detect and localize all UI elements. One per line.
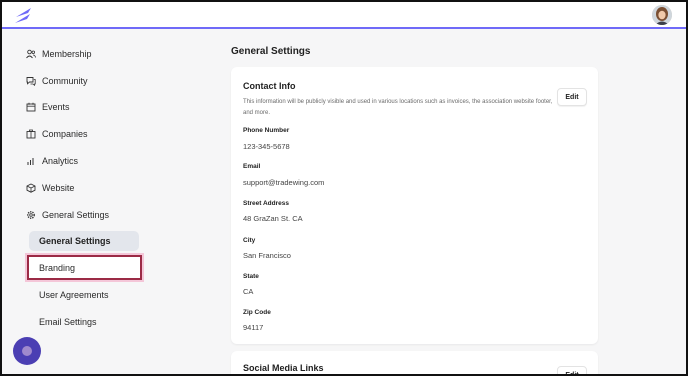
people-icon bbox=[26, 49, 36, 59]
subnav-branding[interactable]: Branding bbox=[27, 255, 142, 280]
chat-launcher-button[interactable] bbox=[13, 337, 41, 365]
subnav-email-settings[interactable]: Email Settings bbox=[29, 312, 139, 332]
edit-social-button[interactable]: Edit bbox=[557, 366, 587, 374]
cube-icon bbox=[26, 183, 36, 193]
zip-label: Zip Code bbox=[243, 309, 271, 316]
social-media-card: Social Media Links Edit bbox=[231, 351, 598, 374]
edit-contact-button[interactable]: Edit bbox=[557, 88, 587, 106]
email-value: support@tradewing.com bbox=[243, 178, 325, 187]
sidebar-item-membership[interactable]: Membership bbox=[26, 45, 92, 63]
city-label: City bbox=[243, 237, 256, 244]
card-description: This information will be publicly visibl… bbox=[243, 99, 553, 116]
street-label: Street Address bbox=[243, 200, 289, 207]
sidebar-item-community[interactable]: Community bbox=[26, 72, 88, 90]
subnav-general-settings[interactable]: General Settings bbox=[29, 231, 139, 251]
logo-icon[interactable] bbox=[13, 7, 35, 25]
sidebar-item-website[interactable]: Website bbox=[26, 179, 74, 197]
street-value: 48 GraZan St. CA bbox=[243, 214, 303, 223]
contact-info-card: Contact Info This information will be pu… bbox=[231, 67, 598, 344]
phone-value: 123-345-5678 bbox=[243, 142, 290, 151]
phone-label: Phone Number bbox=[243, 127, 290, 134]
sidebar-item-label: Events bbox=[42, 102, 70, 112]
sidebar-item-label: Companies bbox=[42, 129, 88, 139]
sidebar-item-label: General Settings bbox=[42, 210, 110, 220]
sidebar-item-label: Website bbox=[42, 183, 75, 193]
sidebar-item-label: Community bbox=[42, 76, 88, 86]
bar-chart-icon bbox=[27, 158, 34, 165]
zip-value: 94117 bbox=[243, 323, 264, 332]
city-value: San Francisco bbox=[243, 251, 291, 260]
top-bar bbox=[2, 2, 686, 29]
state-label: State bbox=[243, 273, 259, 280]
subnav-user-agreements[interactable]: User Agreements bbox=[29, 285, 139, 305]
chat-icon bbox=[22, 346, 32, 356]
user-avatar[interactable] bbox=[652, 5, 672, 25]
sidebar-item-general-settings[interactable]: General Settings bbox=[26, 206, 109, 224]
card-title: Social Media Links bbox=[243, 363, 324, 373]
page-title: General Settings bbox=[231, 46, 311, 57]
gear-icon bbox=[27, 211, 35, 219]
sidebar-item-companies[interactable]: Companies bbox=[26, 125, 88, 143]
sidebar-item-label: Membership bbox=[42, 49, 92, 59]
email-label: Email bbox=[243, 163, 261, 170]
sidebar-item-label: Analytics bbox=[42, 156, 79, 166]
sidebar: Membership Community Events Companies An… bbox=[2, 31, 202, 374]
chat-icon bbox=[26, 77, 36, 86]
sidebar-item-analytics[interactable]: Analytics bbox=[26, 152, 78, 170]
card-title: Contact Info bbox=[243, 81, 296, 91]
sidebar-item-events[interactable]: Events bbox=[26, 98, 70, 116]
calendar-icon bbox=[26, 102, 36, 112]
state-value: CA bbox=[243, 287, 254, 296]
building-icon bbox=[26, 129, 36, 139]
app-window: Membership Community Events Companies An… bbox=[2, 2, 686, 374]
